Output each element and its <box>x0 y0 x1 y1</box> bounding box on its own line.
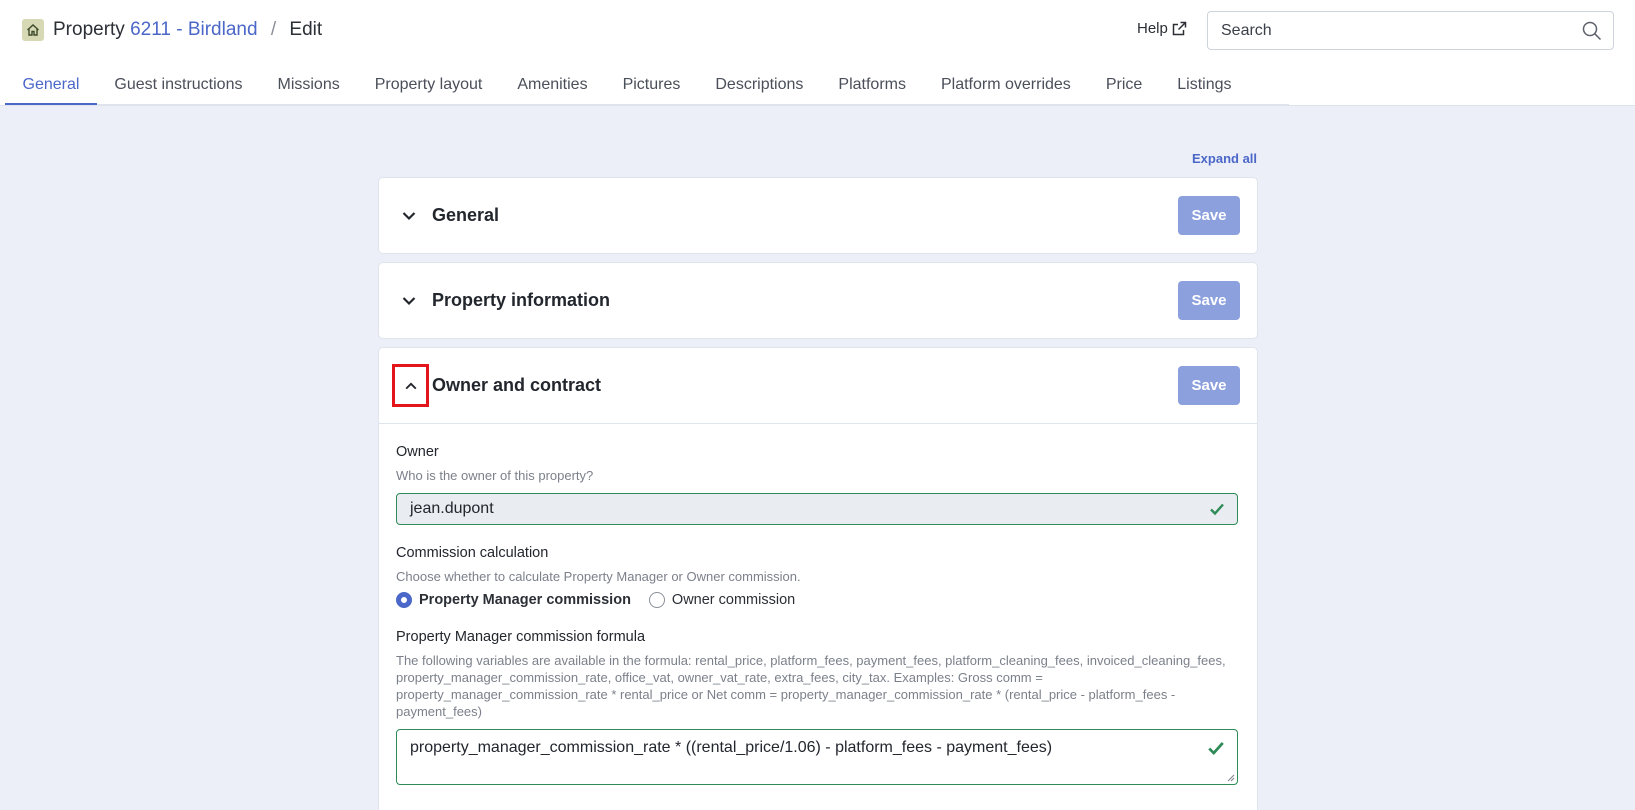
save-button[interactable]: Save <box>1178 281 1240 320</box>
check-icon <box>1210 503 1224 516</box>
top-bar: Property 6211 - Birdland / Edit Help Gen… <box>0 0 1635 106</box>
breadcrumb-property-link[interactable]: 6211 - Birdland <box>130 19 257 40</box>
breadcrumb-separator: / <box>270 19 277 40</box>
section-general: General Save <box>378 177 1258 254</box>
tab-pictures[interactable]: Pictures <box>605 62 698 105</box>
radio-property-manager-commission[interactable]: Property Manager commission <box>396 592 631 608</box>
owner-label: Owner <box>396 444 439 460</box>
tab-bar: General Guest instructions Missions Prop… <box>5 62 1289 105</box>
tab-listings[interactable]: Listings <box>1160 62 1249 105</box>
external-link-icon <box>1172 21 1187 36</box>
breadcrumb-current: Edit <box>289 19 323 40</box>
tab-amenities[interactable]: Amenities <box>500 62 605 105</box>
section-owner-and-contract: Owner and contract Save Owner Who is the… <box>378 347 1258 810</box>
owner-help: Who is the owner of this property? <box>396 468 594 483</box>
commission-label: Commission calculation <box>396 545 549 561</box>
save-button[interactable]: Save <box>1178 196 1240 235</box>
tab-platforms[interactable]: Platforms <box>821 62 924 105</box>
formula-help: The following variables are available in… <box>396 653 1226 719</box>
resize-grip-icon[interactable] <box>1227 774 1235 782</box>
search-input[interactable] <box>1208 12 1568 49</box>
breadcrumb-prefix: Property <box>53 19 125 40</box>
chevron-down-icon[interactable] <box>391 283 427 319</box>
help-label: Help <box>1137 20 1168 37</box>
save-button[interactable]: Save <box>1178 366 1240 405</box>
section-header[interactable]: General Save <box>379 178 1257 253</box>
formula-value: property_manager_commission_rate * ((ren… <box>410 739 1053 756</box>
search-icon[interactable] <box>1582 21 1602 41</box>
tab-missions[interactable]: Missions <box>260 62 357 105</box>
tab-general[interactable]: General <box>5 62 97 105</box>
formula-label: Property Manager commission formula <box>396 629 646 645</box>
formula-textarea[interactable]: property_manager_commission_rate * ((ren… <box>396 729 1238 785</box>
tab-guest-instructions[interactable]: Guest instructions <box>97 62 260 105</box>
help-link[interactable]: Help <box>1137 20 1187 37</box>
section-title: Property information <box>432 290 611 310</box>
owner-value: jean.dupont <box>410 500 494 517</box>
chevron-up-icon[interactable] <box>392 364 429 407</box>
chevron-down-icon[interactable] <box>391 198 427 234</box>
home-icon[interactable] <box>22 19 44 41</box>
section-title: Owner and contract <box>432 375 602 395</box>
radio-selected-icon[interactable] <box>396 592 412 608</box>
section-property-information: Property information Save <box>378 262 1258 339</box>
breadcrumb: Property 6211 - Birdland / Edit <box>53 18 322 42</box>
section-body: Owner Who is the owner of this property?… <box>379 423 1257 785</box>
section-title: General <box>432 205 500 225</box>
check-icon <box>1208 742 1224 756</box>
tab-price[interactable]: Price <box>1088 62 1159 105</box>
owner-field[interactable]: jean.dupont <box>396 493 1238 525</box>
radio-label: Owner commission <box>671 592 796 608</box>
search-box <box>1207 11 1614 50</box>
radio-label: Property Manager commission <box>419 592 631 608</box>
section-header[interactable]: Property information Save <box>379 263 1257 338</box>
commission-radio-group: Property Manager commission Owner commis… <box>396 592 1240 608</box>
tab-platform-overrides[interactable]: Platform overrides <box>923 62 1088 105</box>
radio-owner-commission[interactable]: Owner commission <box>648 592 796 608</box>
commission-help: Choose whether to calculate Property Man… <box>396 569 801 584</box>
section-header[interactable]: Owner and contract Save <box>379 348 1257 423</box>
expand-all-link[interactable]: Expand all <box>1192 151 1257 166</box>
tab-property-layout[interactable]: Property layout <box>357 62 500 105</box>
tab-descriptions[interactable]: Descriptions <box>698 62 821 105</box>
radio-unselected-icon[interactable] <box>648 592 665 608</box>
